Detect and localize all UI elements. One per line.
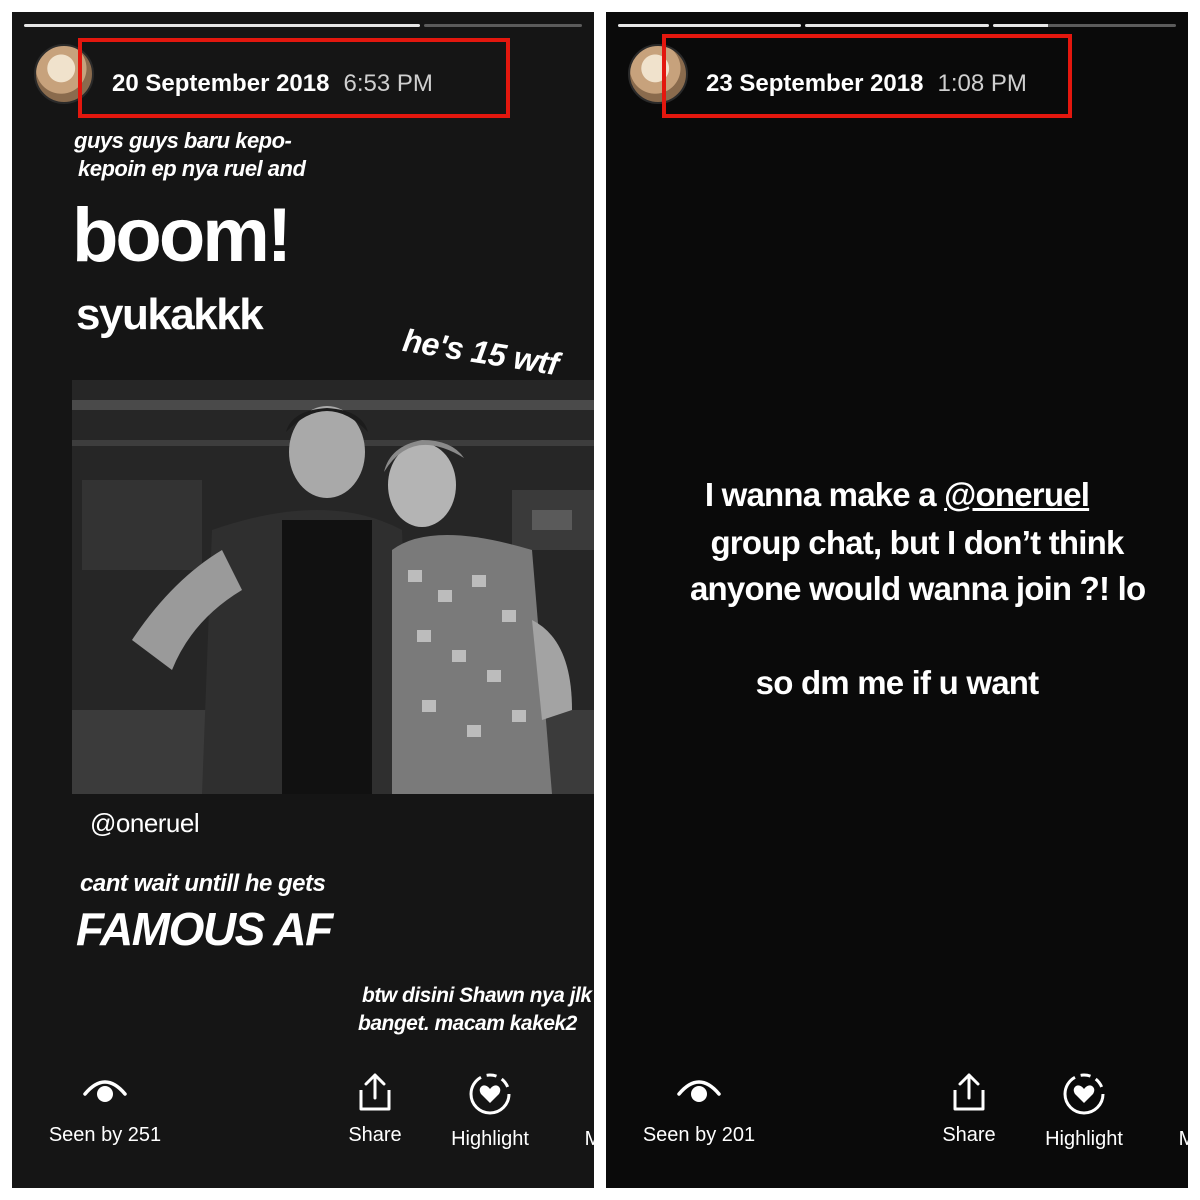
red-highlight-box <box>78 38 510 118</box>
story-text-line1: I wanna make a @oneruel <box>606 476 1188 514</box>
highlight-button[interactable]: Highlight <box>1034 1072 1134 1151</box>
share-label: Share <box>942 1124 996 1146</box>
more-button[interactable]: M <box>578 1072 594 1151</box>
seen-by-button[interactable]: Seen by 251 <box>40 1072 170 1147</box>
story-action-bar: Seen by 251 Share Highlight M <box>12 1072 594 1182</box>
share-button[interactable]: Share <box>330 1072 420 1147</box>
seen-by-button[interactable]: Seen by 201 <box>634 1072 764 1147</box>
story-progress-bar <box>24 24 582 27</box>
story-progress-bar <box>618 24 1176 27</box>
eye-icon <box>83 1080 127 1102</box>
story-text-cant-wait: cant wait untill he gets <box>80 870 326 897</box>
highlight-button[interactable]: Highlight <box>440 1072 540 1151</box>
story-text-line3: anyone would wanna join ?! lo <box>690 570 1146 607</box>
highlight-heart-icon <box>1063 1073 1105 1115</box>
highlight-label: Highlight <box>451 1128 529 1150</box>
progress-segment <box>24 24 420 27</box>
story-text-line2: kepoin ep nya ruel and <box>78 156 306 181</box>
story-text-line4: so dm me if u want <box>755 664 1039 701</box>
story-text-age: he's 15 wtf <box>400 322 561 383</box>
story-text-mention[interactable]: @oneruel <box>90 808 200 839</box>
progress-segment <box>618 24 802 27</box>
share-icon <box>359 1073 391 1111</box>
eye-icon <box>677 1080 721 1102</box>
more-label: M <box>1178 1128 1188 1150</box>
progress-segment <box>423 24 582 27</box>
story-text-famous: FAMOUS AF <box>76 903 333 955</box>
story-text-line2: group chat, but I don’t think <box>710 524 1124 561</box>
story-text-syukakkk: syukakkk <box>76 290 264 339</box>
seen-by-label: Seen by 201 <box>642 1124 756 1146</box>
progress-segment <box>805 24 989 27</box>
share-button[interactable]: Share <box>924 1072 1014 1147</box>
more-button[interactable]: M <box>1172 1072 1188 1151</box>
more-label: M <box>584 1128 594 1150</box>
highlight-label: Highlight <box>1045 1128 1123 1150</box>
share-icon <box>953 1073 985 1111</box>
story-panel-right: 23 September 2018 1:08 PM I wanna make a … <box>606 12 1188 1188</box>
red-highlight-box <box>662 34 1072 118</box>
story-photo <box>72 380 594 794</box>
photo-illustration <box>72 380 594 794</box>
story-text-boom: boom! <box>72 193 292 278</box>
story-action-bar: Seen by 201 Share Highlight M <box>606 1072 1188 1182</box>
story-mention-link[interactable]: @oneruel <box>944 476 1090 513</box>
share-label: Share <box>348 1124 402 1146</box>
story-panel-left: 20 September 2018 6:53 PM guys guys baru … <box>12 12 594 1188</box>
highlight-heart-icon <box>469 1073 511 1115</box>
progress-segment <box>992 24 1176 27</box>
seen-by-label: Seen by 251 <box>48 1124 162 1146</box>
story-text-btw-line2: banget. macam kakek2 <box>358 1012 577 1035</box>
story-text-btw-line1: btw disini Shawn nya jlk <box>362 984 592 1007</box>
story-text-line1-prefix: I wanna make a <box>704 476 945 513</box>
story-text-line1: guys guys baru kepo- <box>74 128 292 153</box>
